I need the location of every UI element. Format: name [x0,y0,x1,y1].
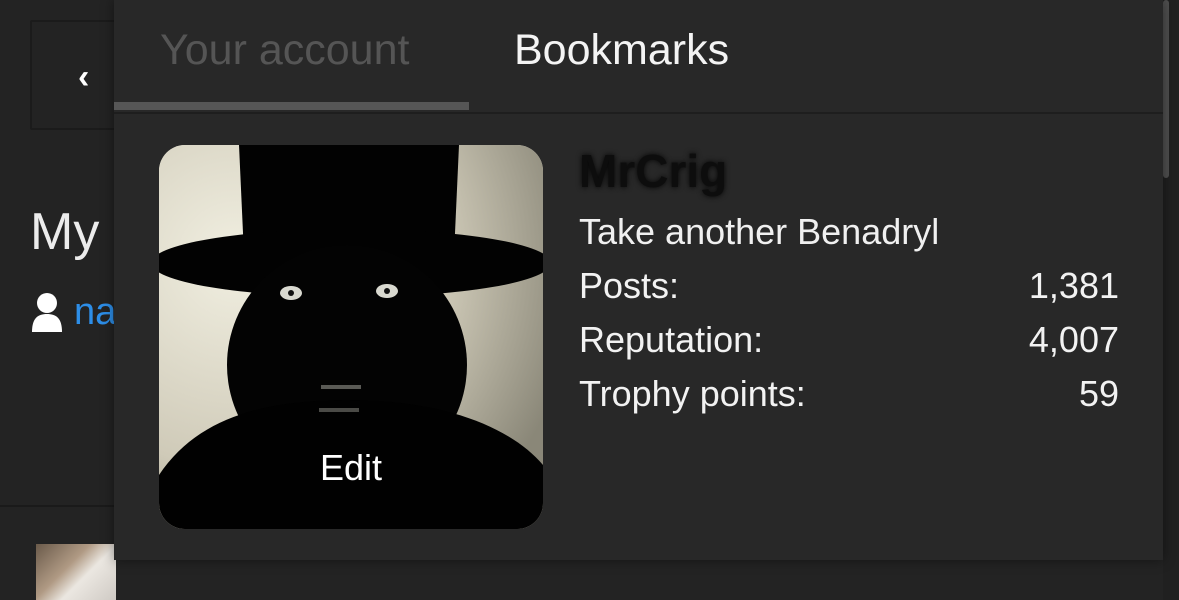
avatar-edit-label[interactable]: Edit [159,447,543,489]
stat-value: 4,007 [1028,319,1119,360]
account-menu-panel: Your account Bookmarks Edit MrCrig Take … [114,0,1163,560]
tab-your-account[interactable]: Your account [160,24,409,76]
avatar[interactable]: Edit [159,145,543,529]
active-tab-indicator [114,102,469,110]
author-link[interactable]: na [30,290,116,334]
stat-trophy-points[interactable]: Trophy points: 59 [579,372,1119,416]
scrollbar[interactable] [1163,0,1169,178]
username[interactable]: MrCrig [579,140,1119,202]
stat-value: 59 [1078,373,1119,414]
tab-bookmarks[interactable]: Bookmarks [514,24,729,76]
stat-label: Reputation: [579,319,764,360]
profile-info: MrCrig Take another Benadryl Posts: 1,38… [579,140,1119,416]
thread-thumbnail[interactable] [36,544,116,600]
stat-label: Posts: [579,265,680,306]
chevron-left-icon: ‹ [78,58,90,96]
user-icon [32,293,62,332]
author-name: na [74,291,117,333]
stat-value: 1,381 [1028,265,1119,306]
stat-reputation[interactable]: Reputation: 4,007 [579,318,1119,362]
user-title: Take another Benadryl [579,211,940,252]
account-tabs: Your account Bookmarks [114,0,1163,114]
stat-label: Trophy points: [579,373,806,414]
stat-posts[interactable]: Posts: 1,381 [579,264,1119,308]
page-title: My [30,203,100,261]
